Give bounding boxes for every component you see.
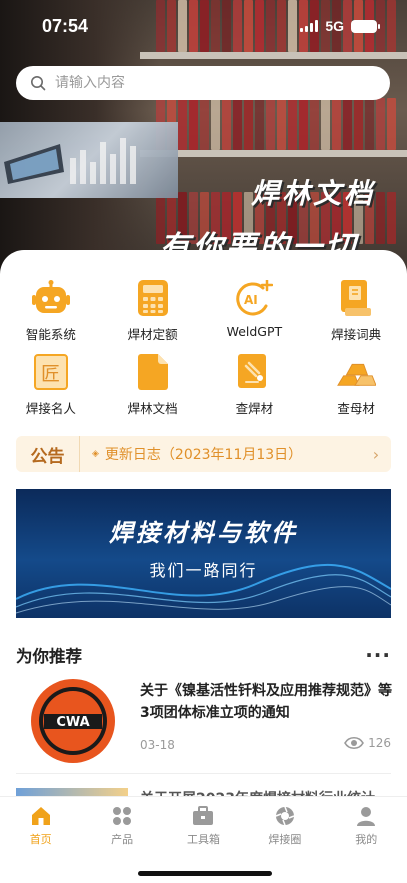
grid-item-label: 焊材定额 xyxy=(127,327,178,342)
signal-icon xyxy=(300,20,319,32)
tab-label: 产品 xyxy=(111,833,134,846)
shelf-board xyxy=(140,52,407,59)
tab-home[interactable]: 首页 xyxy=(0,805,81,849)
tab-label: 工具箱 xyxy=(186,833,220,846)
feature-grid: 智能系统 焊材定额 AI WeldGPT 焊接词典 匠 焊接名人 焊林文档 查焊… xyxy=(0,278,407,426)
tab-label: 焊接圈 xyxy=(268,833,302,846)
tab-label: 首页 xyxy=(29,833,52,846)
tab-community[interactable]: 焊接圈 xyxy=(244,805,325,849)
document-icon xyxy=(133,352,173,392)
status-indicators: 5G xyxy=(300,18,380,34)
chevron-right-icon[interactable]: › xyxy=(361,445,391,464)
grid-item-search-base-metal[interactable]: 查母材 xyxy=(305,352,407,426)
article-item[interactable]: CWA 关于《镍基活性钎料及应用推荐规范》等3项团体标准立项的通知 03-18 … xyxy=(16,678,392,764)
community-icon xyxy=(274,805,296,827)
view-count: 126 xyxy=(368,736,391,750)
grid-item-dictionary[interactable]: 焊接词典 xyxy=(305,278,407,352)
tab-label: 我的 xyxy=(355,833,378,846)
article-title: 关于《镍基活性钎料及应用推荐规范》等3项团体标准立项的通知 xyxy=(140,683,392,721)
grid-item-label: 焊林文档 xyxy=(127,401,178,416)
grid-item-material-quota[interactable]: 焊材定额 xyxy=(102,278,204,352)
home-icon xyxy=(30,805,52,827)
grid-item-label: WeldGPT xyxy=(226,324,283,339)
shelf-board xyxy=(140,150,407,157)
wave-graphic xyxy=(16,563,391,614)
robot-icon xyxy=(31,278,71,318)
announcement-text-wrap[interactable]: ◈ 更新日志（2023年11月13日） xyxy=(80,444,361,464)
laptop-chart-image xyxy=(0,122,178,198)
base-metal-icon xyxy=(336,352,377,392)
cwa-logo-icon: CWA xyxy=(31,679,115,763)
grid-item-label: 焊接词典 xyxy=(331,327,382,342)
grid-item-label: 查焊材 xyxy=(235,401,274,416)
tab-toolbox[interactable]: 工具箱 xyxy=(163,805,244,849)
bookshelf-row xyxy=(150,98,407,150)
tab-bar: 首页 产品 工具箱 焊接圈 我的 xyxy=(0,796,407,883)
banner-subtitle: 我们一路同行 xyxy=(149,561,258,580)
grid-item-documents[interactable]: 焊林文档 xyxy=(102,352,204,426)
search-icon xyxy=(31,76,46,91)
tab-products[interactable]: 产品 xyxy=(81,805,162,849)
banner-title: 焊接材料与软件 xyxy=(109,519,298,547)
grid-item-label: 焊接名人 xyxy=(25,401,76,416)
svg-text:匠: 匠 xyxy=(41,363,60,385)
grid-item-famous-welders[interactable]: 匠 焊接名人 xyxy=(0,352,102,426)
grid-item-label: 查母材 xyxy=(337,401,375,416)
ai-icon: AI xyxy=(234,278,274,318)
diamond-icon: ◈ xyxy=(92,449,99,459)
profile-icon xyxy=(355,805,377,827)
recommend-header: 为你推荐 ··· xyxy=(16,643,391,667)
craftsman-icon: 匠 xyxy=(31,352,71,392)
search-bar[interactable] xyxy=(16,66,390,100)
hero-banner[interactable]: 焊林文档 有你要的一切 07:54 5G xyxy=(0,0,407,275)
calculator-icon xyxy=(133,278,173,318)
eye-icon xyxy=(344,736,365,750)
more-icon[interactable]: ··· xyxy=(365,645,391,665)
search-input[interactable] xyxy=(55,75,355,91)
home-indicator xyxy=(138,871,272,876)
grid-item-smart-system[interactable]: 智能系统 xyxy=(0,278,102,352)
grid-item-weldgpt[interactable]: AI WeldGPT xyxy=(204,278,306,352)
tab-profile[interactable]: 我的 xyxy=(326,805,407,849)
announcement-bar[interactable]: 公告 ◈ 更新日志（2023年11月13日） › xyxy=(16,436,391,472)
hero-title: 焊林文档 xyxy=(250,177,375,210)
grid-item-search-welding-material[interactable]: 查焊材 xyxy=(204,352,306,426)
battery-icon xyxy=(351,19,380,33)
svg-text:CWA: CWA xyxy=(56,715,89,730)
status-bar: 07:54 5G xyxy=(0,0,407,50)
network-type: 5G xyxy=(325,18,344,34)
announcement-tag: 公告 xyxy=(16,436,80,472)
products-icon xyxy=(111,805,133,827)
article-views: 126 xyxy=(344,736,391,750)
article-date: 03-18 xyxy=(140,738,175,752)
content-sheet: 智能系统 焊材定额 AI WeldGPT 焊接词典 匠 焊接名人 焊林文档 查焊… xyxy=(0,250,407,883)
recommend-title: 为你推荐 xyxy=(16,647,82,666)
status-time: 07:54 xyxy=(42,16,89,36)
welding-material-icon xyxy=(234,352,274,392)
grid-item-label: 智能系统 xyxy=(25,327,76,342)
announcement-text: 更新日志（2023年11月13日） xyxy=(104,447,303,463)
divider xyxy=(16,773,391,774)
toolbox-icon xyxy=(192,805,214,827)
promo-banner[interactable]: 焊接材料与软件 我们一路同行 xyxy=(16,489,391,618)
svg-text:AI: AI xyxy=(244,293,258,307)
dictionary-icon xyxy=(336,278,376,318)
